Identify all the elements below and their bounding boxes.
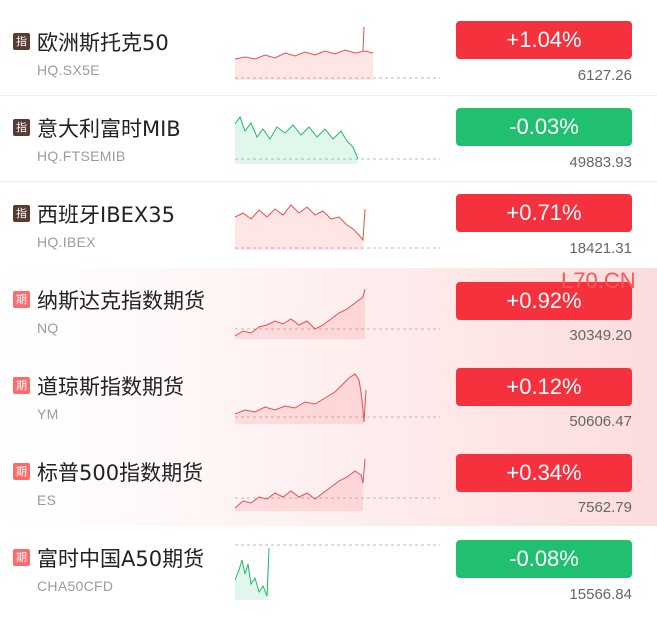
quote-row-a50[interactable]: 期 富时中国A50期货 CHA50CFD -0.08% 15566.84 [0, 526, 657, 612]
last-price: 18421.31 [569, 240, 632, 257]
sparkline-chart [235, 288, 440, 339]
last-price: 15566.84 [569, 586, 632, 603]
instrument-name: 欧洲斯托克50 [37, 31, 169, 55]
instrument-code: YM [37, 406, 59, 422]
instrument-code: HQ.IBEX [37, 234, 96, 250]
instrument-name: 西班牙IBEX35 [37, 203, 175, 227]
index-badge: 指 [13, 205, 30, 222]
index-badge: 指 [13, 119, 30, 136]
instrument-code: HQ.SX5E [37, 62, 100, 78]
last-price: 6127.26 [577, 67, 632, 84]
quote-row-sx5e[interactable]: 指 欧洲斯托克50 HQ.SX5E +1.04% 6127.26 [0, 10, 657, 96]
change-pill[interactable]: +0.12% [456, 368, 632, 406]
quote-row-ibex[interactable]: 指 西班牙IBEX35 HQ.IBEX +0.71% 18421.31 [0, 182, 657, 268]
instrument-code: HQ.FTSEMIB [37, 148, 126, 164]
index-badge: 指 [13, 33, 30, 50]
last-price: 30349.20 [569, 327, 632, 344]
sparkline-chart [235, 544, 440, 600]
sparkline-chart [235, 373, 440, 424]
change-pill[interactable]: -0.08% [456, 540, 632, 578]
instrument-code: CHA50CFD [37, 578, 114, 594]
change-pill[interactable]: +0.34% [456, 454, 632, 492]
quote-row-es[interactable]: 期 标普500指数期货 ES +0.34% 7562.79 [0, 440, 657, 526]
sparkline-chart [235, 115, 440, 164]
change-pill[interactable]: -0.03% [456, 108, 632, 146]
last-price: 7562.79 [577, 499, 632, 516]
quote-row-ym[interactable]: 期 道琼斯指数期货 YM +0.12% 50606.47 [0, 354, 657, 440]
watermark: L70.CN [561, 268, 636, 293]
quote-row-ftsemib[interactable]: 指 意大利富时MIB HQ.FTSEMIB -0.03% 49883.93 [0, 96, 657, 182]
sparkline-chart [235, 204, 440, 250]
instrument-code: NQ [37, 320, 59, 336]
instrument-code: ES [37, 492, 57, 508]
last-price: 49883.93 [569, 154, 632, 171]
instrument-name: 纳斯达克指数期货 [37, 289, 205, 313]
sparkline-chart [235, 26, 440, 80]
instrument-name: 意大利富时MIB [37, 117, 181, 141]
change-pill[interactable]: +0.71% [456, 194, 632, 232]
futures-badge: 期 [13, 463, 30, 480]
instrument-name: 道琼斯指数期货 [37, 375, 184, 399]
futures-badge: 期 [13, 291, 30, 308]
change-pill[interactable]: +1.04% [456, 21, 632, 59]
instrument-name: 标普500指数期货 [37, 461, 204, 485]
quote-row-nq[interactable]: 期 纳斯达克指数期货 NQ +0.92% 30349.20 [0, 268, 657, 354]
futures-badge: 期 [13, 549, 30, 566]
futures-badge: 期 [13, 377, 30, 394]
instrument-name: 富时中国A50期货 [37, 547, 205, 571]
last-price: 50606.47 [569, 413, 632, 430]
sparkline-chart [235, 458, 440, 511]
